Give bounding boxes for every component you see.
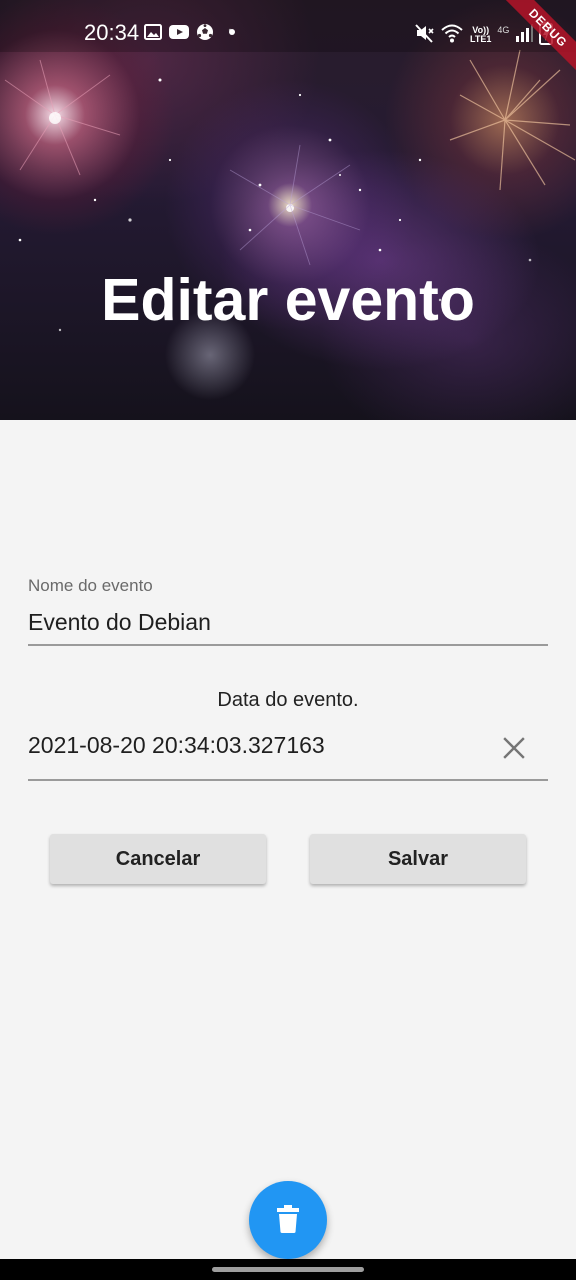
image-icon (144, 23, 162, 46)
dot-icon (220, 23, 238, 46)
event-name-label: Nome do evento (28, 576, 153, 595)
network-type: 4G (497, 25, 510, 35)
event-date-caption: Data do evento. (217, 689, 359, 711)
lte-label: LTE1 (470, 34, 492, 44)
cancel-button[interactable]: Cancelar (50, 834, 266, 884)
navigation-bar (0, 1259, 576, 1280)
home-gesture-handle[interactable] (212, 1267, 364, 1272)
wifi-icon (440, 22, 464, 49)
close-icon[interactable] (502, 736, 526, 760)
fireworks-background (4, 28, 576, 332)
page-title: Editar evento (101, 267, 475, 333)
status-bar: 20:34 Vo)) LTE1 4G (0, 0, 576, 52)
delete-fab[interactable] (249, 1181, 327, 1259)
event-date-field[interactable]: 2021-08-20 20:34:03.327163 (28, 720, 548, 781)
volte-icon: Vo)) LTE1 (470, 26, 491, 44)
status-time: 20:34 (84, 20, 140, 45)
event-date-value: 2021-08-20 20:34:03.327163 (28, 732, 325, 758)
youtube-icon (168, 23, 190, 46)
mute-icon (414, 22, 434, 49)
event-name-input[interactable] (28, 600, 548, 646)
soccer-ball-icon (196, 23, 214, 46)
header-banner: 20:34 Vo)) LTE1 4G DEBUG Editar evento (0, 0, 576, 420)
trash-icon (277, 1204, 299, 1236)
signal-icon (515, 23, 534, 48)
save-button[interactable]: Salvar (310, 834, 526, 884)
